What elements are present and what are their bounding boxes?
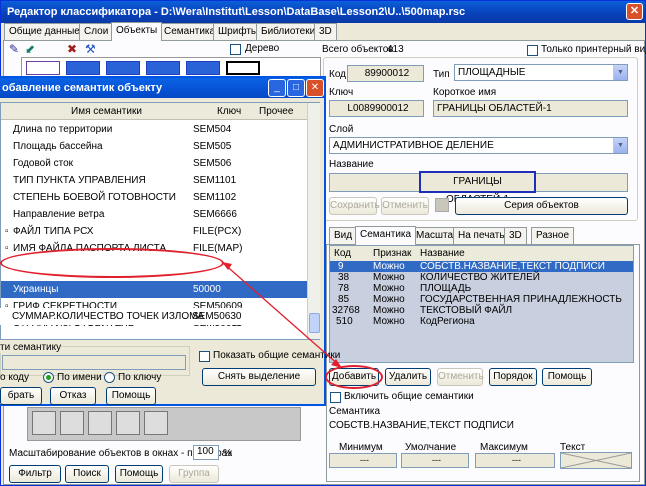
annotation-arrow bbox=[221, 261, 342, 368]
